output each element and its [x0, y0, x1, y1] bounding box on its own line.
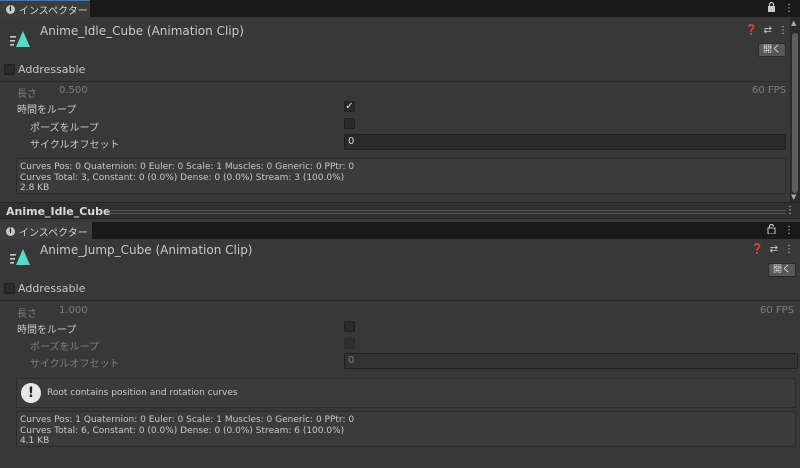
- addressable-toggle[interactable]: Addressable: [4, 63, 85, 76]
- preset-icon[interactable]: ⇄: [770, 244, 778, 255]
- stats-line: Curves Pos: 1 Quaternion: 0 Euler: 0 Sca…: [20, 415, 355, 425]
- preview-divider: [108, 213, 786, 214]
- divider: [0, 81, 790, 82]
- header-icons: ❓ ⇄ ⋮: [745, 25, 788, 36]
- tab-inspector[interactable]: i インスペクター: [0, 0, 90, 17]
- animation-clip-icon: [9, 245, 31, 270]
- length-value: 1.000: [59, 305, 88, 316]
- clip-header: Anime_Idle_Cube (Animation Clip) ❓ ⇄ ⋮ 開…: [0, 17, 790, 57]
- preview-title: Anime_Idle_Cube: [6, 205, 111, 218]
- open-button[interactable]: 開く: [767, 263, 796, 277]
- open-button[interactable]: 開く: [757, 43, 786, 57]
- cycle-offset-label: サイクルオフセット: [30, 140, 120, 151]
- tab-bar-controls: ⋮: [767, 0, 794, 17]
- tab-bar: i インスペクター ⋮: [0, 222, 800, 239]
- stats-line: 2.8 KB: [20, 183, 50, 193]
- length-value: 0.500: [59, 85, 88, 96]
- cycle-offset-field: 0: [344, 353, 798, 369]
- info-icon: i: [6, 4, 15, 14]
- scroll-up-icon[interactable]: ▲: [791, 19, 796, 27]
- loop-pose-label: ポーズをループ: [30, 123, 99, 134]
- loop-time-checkbox[interactable]: [344, 321, 355, 332]
- kebab-menu-icon[interactable]: ⋮: [778, 25, 788, 36]
- preset-icon[interactable]: ⇄: [764, 25, 772, 36]
- tab-label: インスペクター: [19, 227, 88, 239]
- help-icon[interactable]: ❓: [745, 25, 757, 36]
- kebab-menu-icon[interactable]: ⋮: [785, 205, 795, 216]
- fps-value: 60 FPS: [751, 85, 786, 96]
- help-icon[interactable]: ❓: [751, 244, 763, 255]
- loop-time-label: 時間をループ: [17, 105, 77, 116]
- kebab-menu-icon[interactable]: ⋮: [784, 225, 794, 236]
- loop-pose-checkbox[interactable]: [344, 118, 355, 129]
- kebab-menu-icon[interactable]: ⋮: [784, 3, 794, 14]
- stats-line: Curves Total: 3, Constant: 0 (0.0%) Dens…: [20, 172, 345, 183]
- fps-value: 60 FPS: [759, 305, 794, 316]
- stats-line: Curves Total: 6, Constant: 0 (0.0%) Dens…: [20, 425, 345, 436]
- length-label: 長さ: [17, 89, 37, 100]
- addressable-checkbox[interactable]: [4, 64, 15, 75]
- addressable-checkbox[interactable]: [4, 283, 15, 294]
- curve-stats: Curves Pos: 0 Quaternion: 0 Euler: 0 Sca…: [16, 158, 786, 194]
- kebab-menu-icon[interactable]: ⋮: [784, 244, 794, 255]
- clip-title: Anime_Jump_Cube (Animation Clip): [40, 243, 253, 257]
- warning-icon: !: [21, 383, 41, 403]
- divider: [0, 300, 800, 301]
- tab-label: インスペクター: [19, 5, 88, 17]
- addressable-label: Addressable: [18, 282, 86, 295]
- curve-stats: Curves Pos: 1 Quaternion: 0 Euler: 0 Sca…: [16, 411, 796, 447]
- clip-header: Anime_Jump_Cube (Animation Clip) ❓ ⇄ ⋮ 開…: [0, 239, 800, 279]
- addressable-label: Addressable: [18, 63, 86, 76]
- tab-bar: i インスペクター ⋮: [0, 0, 800, 17]
- addressable-toggle[interactable]: Addressable: [4, 282, 85, 295]
- warning-text: Root contains position and rotation curv…: [47, 388, 238, 398]
- tab-bar-controls: ⋮: [767, 222, 794, 239]
- cycle-offset-label: サイクルオフセット: [30, 359, 120, 370]
- loop-time-checkbox[interactable]: ✓: [344, 101, 355, 112]
- lock-icon[interactable]: [767, 223, 776, 237]
- loop-pose-checkbox: [344, 338, 355, 349]
- loop-time-label: 時間をループ: [17, 325, 77, 336]
- loop-pose-label: ポーズをループ: [30, 342, 99, 353]
- tab-inspector[interactable]: i インスペクター: [0, 222, 92, 239]
- info-icon: i: [6, 226, 15, 236]
- stats-line: Curves Pos: 0 Quaternion: 0 Euler: 0 Sca…: [20, 162, 355, 172]
- preview-bar[interactable]: Anime_Idle_Cube ⋮: [0, 202, 800, 219]
- root-curves-warning: ! Root contains position and rotation cu…: [16, 378, 796, 408]
- stats-line: 4.1 KB: [20, 436, 50, 446]
- clip-title: Anime_Idle_Cube (Animation Clip): [40, 24, 244, 38]
- scroll-thumb[interactable]: [792, 33, 798, 193]
- header-icons: ❓ ⇄ ⋮: [751, 244, 794, 255]
- scrollbar[interactable]: ▲ ▼: [790, 17, 800, 202]
- preview-divider: [108, 210, 786, 211]
- length-label: 長さ: [17, 309, 37, 320]
- scroll-down-icon[interactable]: ▼: [791, 193, 796, 201]
- lock-icon[interactable]: [767, 1, 776, 15]
- cycle-offset-field[interactable]: 0: [344, 134, 786, 150]
- animation-clip-icon: [9, 27, 31, 52]
